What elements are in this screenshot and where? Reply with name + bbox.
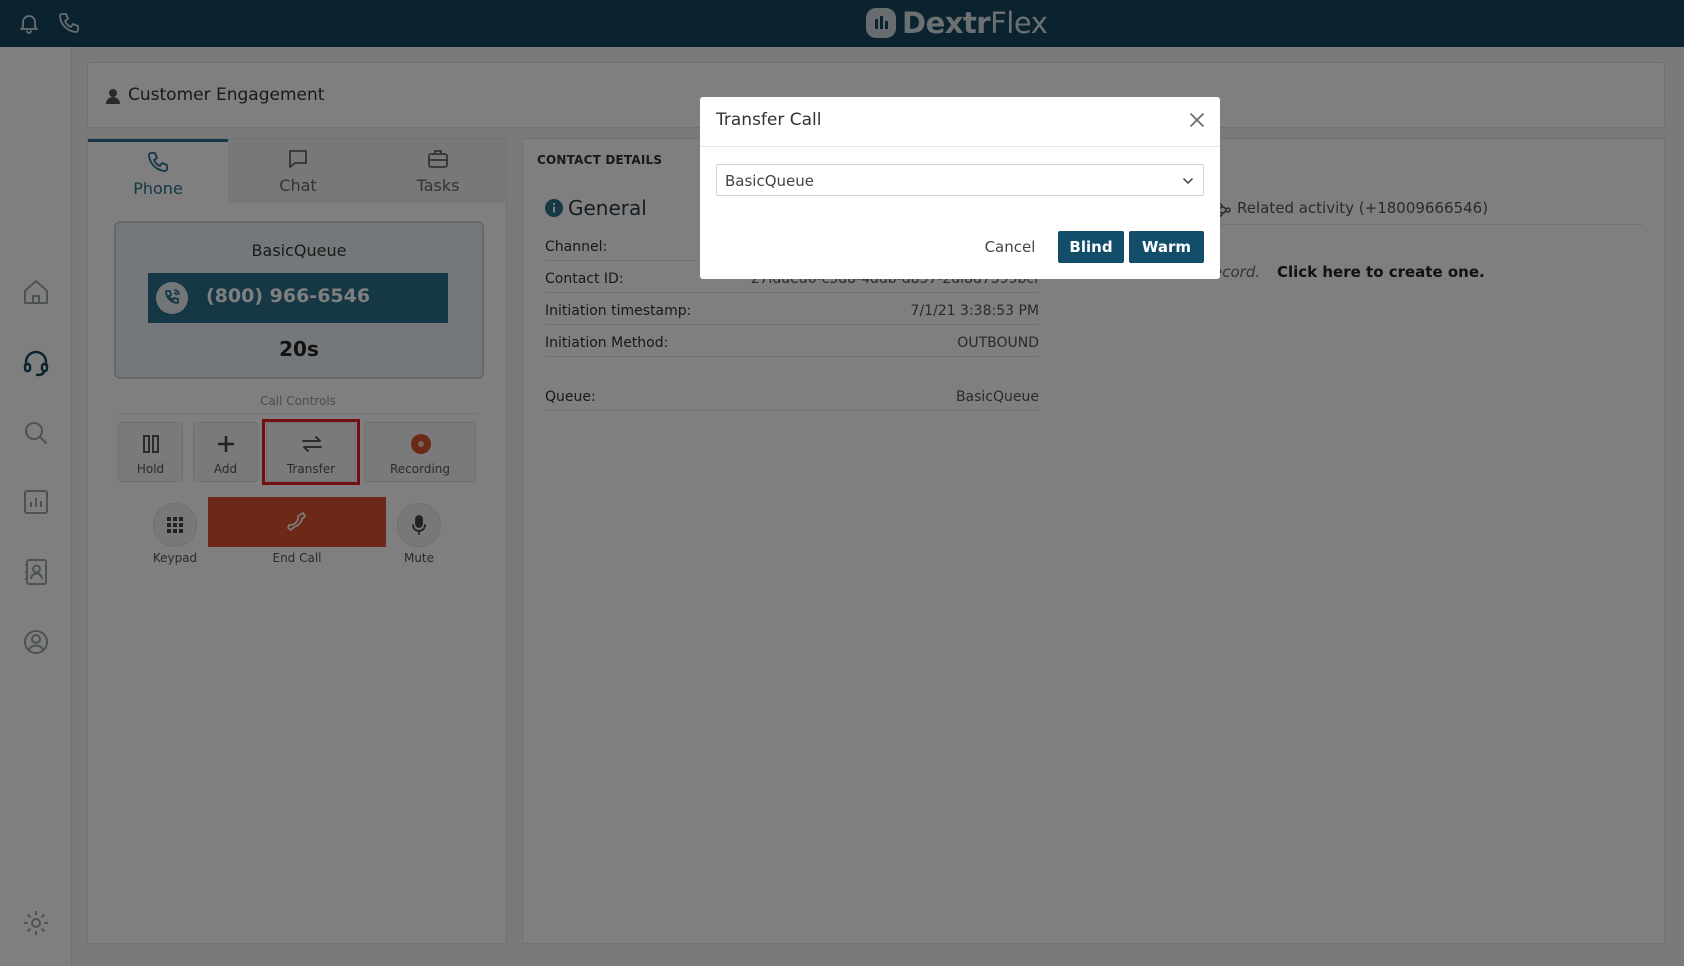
dialog-title: Transfer Call: [716, 110, 822, 130]
chevron-down-icon: [1183, 178, 1193, 184]
transfer-call-dialog: Transfer Call BasicQueue Cancel Blind Wa…: [700, 97, 1220, 279]
cancel-button[interactable]: Cancel: [975, 231, 1045, 263]
selected-queue: BasicQueue: [725, 172, 814, 190]
warm-transfer-button[interactable]: Warm: [1129, 231, 1204, 263]
close-icon[interactable]: [1188, 111, 1206, 129]
divider: [700, 146, 1220, 147]
transfer-destination-select[interactable]: BasicQueue: [716, 164, 1204, 196]
blind-transfer-button[interactable]: Blind: [1058, 231, 1124, 263]
